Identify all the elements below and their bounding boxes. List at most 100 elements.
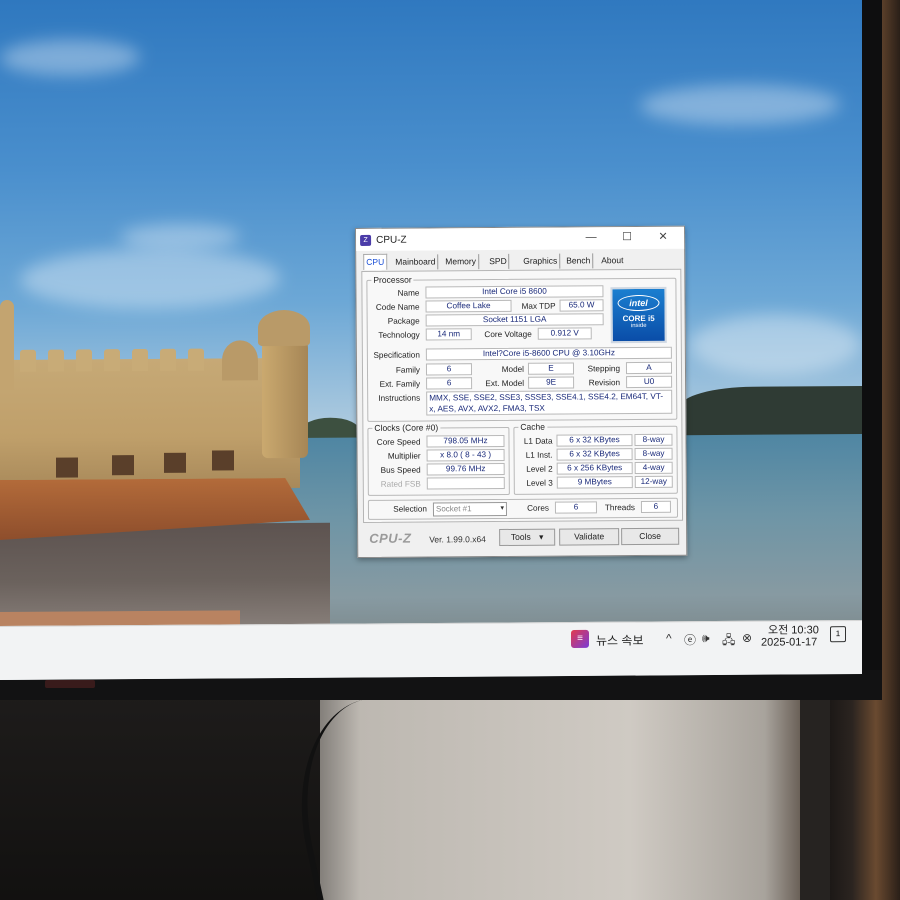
version-label: Ver. 1.99.0.x64 — [429, 534, 486, 545]
tools-label: Tools — [510, 531, 531, 542]
model-label: Model — [501, 364, 525, 374]
cache-row-label: Level 2 — [526, 464, 553, 474]
bus-speed-value: 99.76 MHz — [426, 462, 505, 476]
cache-group-title: Cache — [518, 421, 548, 432]
code-name-value: Coffee Lake — [425, 299, 512, 313]
title-bar[interactable]: Z CPU-Z — ☐ ✕ — [356, 226, 685, 251]
intel-line: CORE i5 — [622, 313, 655, 324]
intel-brand: intel — [617, 294, 660, 312]
core-speed-value: 798.05 MHz — [426, 434, 505, 448]
stepping-value: A — [625, 361, 673, 375]
close-icon[interactable]: ⊗ — [742, 631, 752, 645]
close-button[interactable]: Close — [621, 527, 680, 546]
specification-value: Intel?Core i5-8600 CPU @ 3.10GHz — [425, 346, 672, 361]
fort-window — [212, 450, 234, 471]
ext-model-label: Ext. Model — [485, 378, 525, 389]
stepping-label: Stepping — [587, 364, 621, 374]
tab-mainboard[interactable]: Mainboard — [393, 254, 439, 270]
fort-turret — [0, 299, 14, 390]
cache-row-way: 8-way — [634, 433, 673, 447]
cpuz-brand-logo: CPU-Z — [369, 530, 412, 546]
clock-date[interactable]: 2025-01-17 — [761, 636, 817, 648]
socket-select-value: Socket #1 — [435, 504, 472, 514]
max-tdp-value: 65.0 W — [559, 299, 604, 312]
processor-group-title: Processor — [371, 274, 414, 285]
merlon — [160, 348, 176, 371]
tab-graphics[interactable]: Graphics — [521, 253, 561, 269]
intel-inside: inside — [630, 322, 647, 330]
notification-icon[interactable]: 1 — [830, 626, 846, 643]
tab-bench[interactable]: Bench — [564, 253, 594, 269]
max-tdp-label: Max TDP — [521, 301, 556, 311]
threads-value: 6 — [640, 500, 671, 514]
selection-group: Selection Socket #1 ▾ Cores 6 Threads 6 — [367, 497, 679, 520]
merlon — [20, 349, 36, 372]
cache-row-size: 9 MBytes — [556, 476, 633, 489]
cache-row-way: 4-way — [634, 461, 673, 475]
cores-label: Cores — [527, 503, 549, 513]
intel-core-i5-logo: intel CORE i5 inside — [610, 286, 667, 344]
instructions-value: MMX, SSE, SSE2, SSE3, SSSE3, SSE4.1, SSE… — [426, 389, 673, 416]
technology-value: 14 nm — [425, 328, 472, 341]
multiplier-value: x 8.0 ( 8 - 43 ) — [426, 448, 505, 462]
fort-tower — [262, 327, 308, 459]
chevron-up-icon[interactable]: ^ — [666, 631, 672, 645]
fort-tower-small — [222, 340, 258, 381]
socket-select[interactable]: Socket #1 ▾ — [432, 501, 508, 517]
revision-value: U0 — [626, 375, 673, 389]
close-window-button[interactable]: ✕ — [652, 229, 674, 245]
photo-scene: ≡ 뉴스 속보 ^ ⓔ 🕪 🖧 ⊗ 오전 10:30 2025-01-17 1 … — [0, 0, 900, 900]
core-voltage-value: 0.912 V — [537, 327, 592, 340]
validate-button[interactable]: Validate — [559, 528, 620, 546]
merlon — [188, 348, 204, 371]
family-label: Family — [395, 365, 421, 375]
desk-shadow — [0, 690, 320, 900]
stand-edge — [800, 690, 830, 900]
footer-bar: CPU-Z Ver. 1.99.0.x64 Tools ▾ Validate C… — [363, 524, 681, 552]
cpu-panel: Processor Name Intel Core i5 8600 Code N… — [361, 268, 684, 523]
cache-row-size: 6 x 256 KBytes — [556, 462, 633, 475]
news-widget-label[interactable]: 뉴스 속보 — [596, 632, 644, 649]
model-value: E — [527, 362, 575, 375]
name-value: Intel Core i5 8600 — [425, 285, 604, 299]
chevron-down-icon: ▾ — [539, 531, 544, 542]
monitor-logo — [45, 680, 95, 688]
cache-group: Cache L1 Data 6 x 32 KBytes 8-way L1 Ins… — [513, 421, 678, 495]
cache-row-label: L1 Inst. — [525, 450, 553, 460]
core-voltage-label: Core Voltage — [484, 329, 532, 340]
core-speed-label: Core Speed — [376, 437, 421, 447]
fort-dome — [258, 309, 310, 347]
cache-row-size: 6 x 32 KBytes — [556, 434, 633, 447]
rated-fsb-value — [426, 476, 505, 490]
chevron-down-icon: ▾ — [500, 504, 504, 512]
tools-button[interactable]: Tools ▾ — [499, 528, 556, 547]
minimize-button[interactable]: — — [580, 229, 602, 245]
far-hills — [680, 385, 862, 438]
merlon — [104, 349, 120, 372]
tab-spd[interactable]: SPD — [487, 253, 510, 270]
speaker-icon[interactable]: 🕪 — [702, 631, 710, 646]
cache-row-size: 6 x 32 KBytes — [556, 448, 633, 461]
maximize-button[interactable]: ☐ — [616, 229, 638, 245]
app-icon[interactable]: ⓔ — [684, 631, 696, 648]
tab-about[interactable]: About — [599, 253, 625, 268]
rated-fsb-label: Rated FSB — [380, 479, 421, 489]
clocks-group-title: Clocks (Core #0) — [372, 422, 441, 433]
package-label: Package — [387, 316, 420, 326]
clock-time[interactable]: 오전 10:30 — [768, 621, 819, 637]
fort-window — [164, 452, 186, 473]
merlon — [48, 349, 64, 372]
cache-row-way: 8-way — [634, 447, 673, 461]
specification-label: Specification — [373, 350, 420, 360]
ext-family-value: 6 — [426, 377, 473, 390]
clocks-group: Clocks (Core #0) Core Speed 798.05 MHz M… — [367, 422, 510, 496]
tab-cpu[interactable]: CPU — [363, 253, 388, 270]
tab-memory[interactable]: Memory — [443, 254, 479, 270]
ext-model-value: 9E — [528, 376, 575, 389]
cores-value: 6 — [554, 501, 597, 514]
code-name-label: Code Name — [375, 302, 420, 312]
network-icon[interactable]: 🖧 — [722, 631, 735, 652]
news-icon[interactable]: ≡ — [571, 629, 589, 649]
fort-window — [56, 457, 78, 478]
family-value: 6 — [425, 363, 473, 376]
